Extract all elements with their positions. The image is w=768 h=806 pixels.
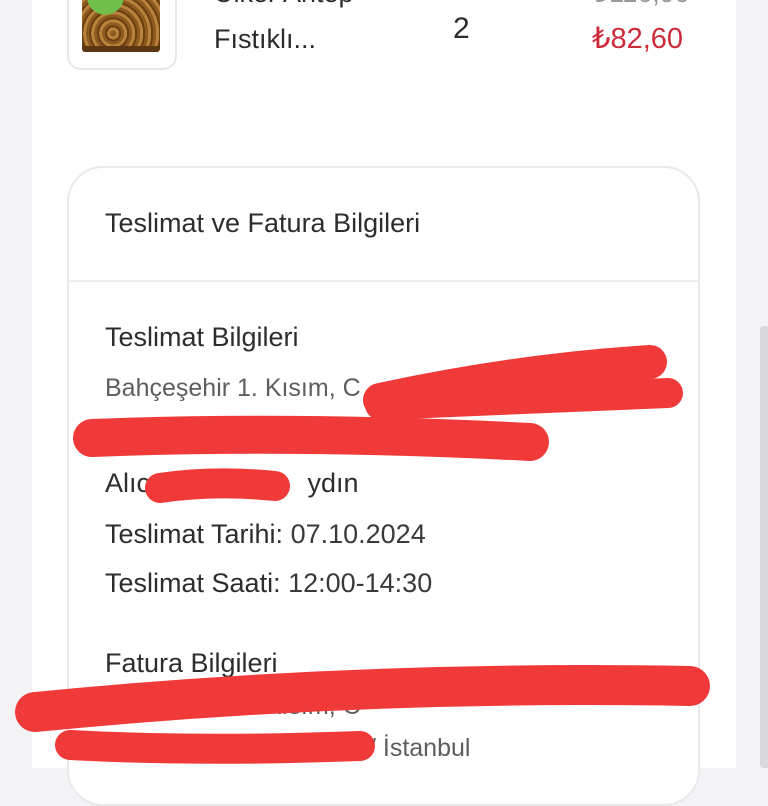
recipient-suffix: ydın [307, 468, 359, 498]
delivery-time-label: Teslimat Saati: [105, 568, 281, 598]
invoice-address-line2: / İstanbul [369, 734, 471, 762]
product-price-old: ₺116,90 [592, 0, 690, 9]
delivery-date-value: 07.10.2024 [290, 519, 426, 549]
delivery-section-heading: Teslimat Bilgileri [105, 322, 299, 352]
card-divider [69, 280, 698, 282]
delivery-date-label: Teslimat Tarihi: [105, 519, 284, 549]
delivery-recipient: Alıcı ydın [105, 468, 359, 499]
product-name-line2: Fıstıklı... [214, 24, 317, 54]
delivery-date: Teslimat Tarihi: 07.10.2024 [105, 519, 426, 550]
product-quantity: 2 [453, 12, 470, 45]
product-name-line1: Ülker Antep [214, 0, 354, 9]
invoice-address-line1: Bahçeşehir 1. Kısım, C [105, 692, 361, 720]
product-image [82, 0, 160, 52]
product-price-discounted: ₺82,60 [592, 23, 684, 55]
delivery-time-value: 12:00-14:30 [288, 568, 433, 598]
invoice-section-heading: Fatura Bilgileri [105, 648, 278, 678]
delivery-address-line2: ...14 D: 12 Başak.. [105, 416, 311, 444]
delivery-time: Teslimat Saati: 12:00-14:30 [105, 568, 432, 599]
scrollbar[interactable] [760, 326, 768, 768]
delivery-address-line1: Bahçeşehir 1. Kısım, C [105, 374, 361, 402]
recipient-prefix: Alıcı [105, 468, 158, 498]
product-thumbnail[interactable] [67, 0, 177, 70]
delivery-invoice-card: Teslimat ve Fatura Bilgileri Teslimat Bi… [67, 166, 700, 806]
card-title: Teslimat ve Fatura Bilgileri [105, 208, 421, 238]
